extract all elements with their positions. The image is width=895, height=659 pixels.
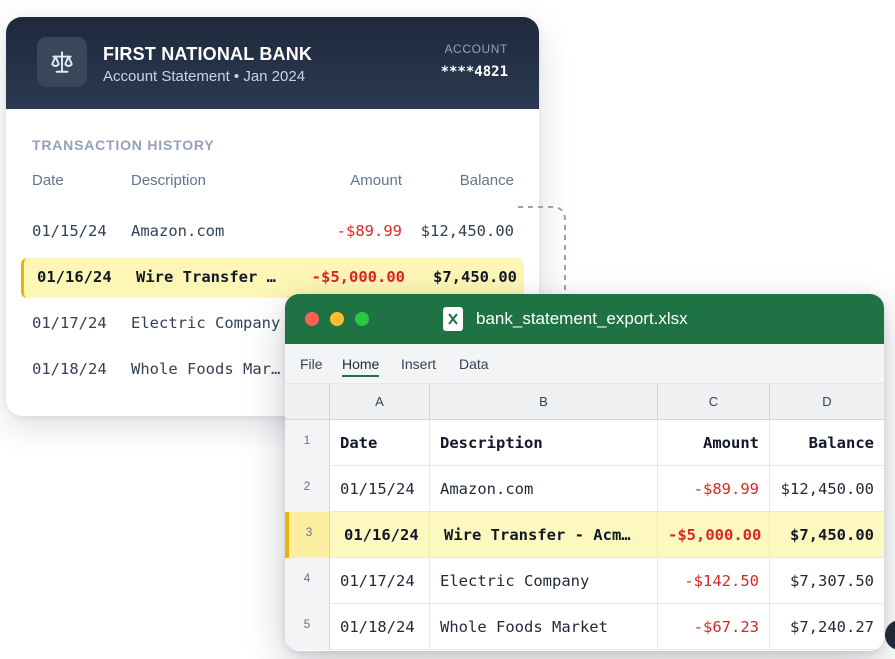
cell-a4[interactable]: 01/17/24 — [330, 558, 430, 604]
column-header-amount: Amount — [350, 172, 402, 189]
maximize-window-button[interactable] — [355, 312, 369, 326]
cell-b3[interactable]: Wire Transfer - Acm… — [434, 512, 658, 558]
cell-b4[interactable]: Electric Company — [430, 558, 658, 604]
cursor-blob — [885, 620, 895, 650]
cell-b1[interactable]: Description — [430, 420, 658, 466]
tx-date: 01/18/24 — [32, 360, 107, 378]
account-number: ****4821 — [440, 64, 508, 80]
spreadsheet-header-row: 1 Date Description Amount Balance — [285, 420, 884, 466]
tx-date: 01/15/24 — [32, 222, 107, 240]
tx-amount: -$89.99 — [336, 222, 402, 240]
column-letter-a[interactable]: A — [330, 384, 430, 420]
column-header-date: Date — [32, 172, 64, 189]
column-header-balance: Balance — [459, 172, 514, 189]
bank-name: FIRST NATIONAL BANK — [103, 44, 313, 64]
section-title: TRANSACTION HISTORY — [32, 137, 215, 153]
spreadsheet-row: 5 01/18/24 Whole Foods Market -$67.23 $7… — [285, 604, 884, 650]
tx-description: Electric Company — [131, 314, 281, 332]
column-letter-b[interactable]: B — [430, 384, 658, 420]
transaction-row[interactable]: 01/15/24 Amazon.com -$89.99 $12,450.00 — [6, 212, 539, 252]
cell-c1[interactable]: Amount — [658, 420, 770, 466]
cell-c2[interactable]: -$89.99 — [658, 466, 770, 512]
cell-c5[interactable]: -$67.23 — [658, 604, 770, 650]
menu-data[interactable]: Data — [459, 356, 489, 372]
cell-a3[interactable]: 01/16/24 — [334, 512, 430, 558]
spreadsheet-row: 4 01/17/24 Electric Company -$142.50 $7,… — [285, 558, 884, 604]
row-number[interactable]: 4 — [285, 558, 330, 604]
cell-d3[interactable]: $7,450.00 — [770, 512, 884, 558]
spreadsheet-row: 2 01/15/24 Amazon.com -$89.99 $12,450.00 — [285, 466, 884, 512]
column-letter-row: A B C D — [285, 384, 884, 420]
cell-a1[interactable]: Date — [330, 420, 430, 466]
cell-d5[interactable]: $7,240.27 — [770, 604, 884, 650]
cell-a5[interactable]: 01/18/24 — [330, 604, 430, 650]
row-number[interactable]: 5 — [285, 604, 330, 650]
spreadsheet-row-selected: 3 01/16/24 Wire Transfer - Acm… -$5,000.… — [285, 512, 884, 558]
excel-file-icon — [443, 307, 463, 331]
tx-description: Amazon.com — [131, 222, 225, 240]
tx-balance: $12,450.00 — [420, 222, 514, 240]
column-header-description: Description — [131, 172, 207, 189]
tx-date: 01/17/24 — [32, 314, 107, 332]
column-letter-c[interactable]: C — [658, 384, 770, 420]
row-number[interactable]: 3 — [285, 512, 330, 558]
minimize-window-button[interactable] — [330, 312, 344, 326]
ribbon-menu: File Home Insert Data — [285, 344, 884, 384]
cell-b5[interactable]: Whole Foods Market — [430, 604, 658, 650]
close-window-button[interactable] — [305, 312, 319, 326]
row-number[interactable]: 1 — [285, 420, 330, 466]
cell-a2[interactable]: 01/15/24 — [330, 466, 430, 512]
menu-insert[interactable]: Insert — [401, 356, 436, 372]
spreadsheet-filename: bank_statement_export.xlsx — [476, 309, 688, 328]
tx-description: Wire Transfer … — [136, 268, 276, 286]
cell-d4[interactable]: $7,307.50 — [770, 558, 884, 604]
column-letter-d[interactable]: D — [770, 384, 884, 420]
spreadsheet-window: bank_statement_export.xlsx File Home Ins… — [285, 294, 884, 651]
tx-description: Whole Foods Mar… — [131, 360, 281, 378]
account-label: ACCOUNT — [444, 42, 508, 56]
tx-date: 01/16/24 — [37, 268, 112, 286]
select-all-corner[interactable] — [285, 384, 330, 420]
menu-home[interactable]: Home — [342, 356, 380, 377]
statement-subtitle: Account Statement • Jan 2024 — [103, 68, 306, 85]
cell-d1[interactable]: Balance — [770, 420, 884, 466]
bank-header: FIRST NATIONAL BANK Account Statement • … — [6, 17, 539, 109]
cell-b2[interactable]: Amazon.com — [430, 466, 658, 512]
tx-balance: $7,450.00 — [433, 268, 517, 286]
tx-amount: -$5,000.00 — [311, 268, 405, 286]
window-titlebar: bank_statement_export.xlsx — [285, 294, 884, 344]
menu-file[interactable]: File — [300, 356, 323, 372]
transaction-row-highlighted[interactable]: 01/16/24 Wire Transfer … -$5,000.00 $7,4… — [21, 258, 524, 298]
cell-c3[interactable]: -$5,000.00 — [658, 512, 770, 558]
row-number[interactable]: 2 — [285, 466, 330, 512]
cell-c4[interactable]: -$142.50 — [658, 558, 770, 604]
cell-d2[interactable]: $12,450.00 — [770, 466, 884, 512]
scales-icon — [37, 37, 87, 87]
